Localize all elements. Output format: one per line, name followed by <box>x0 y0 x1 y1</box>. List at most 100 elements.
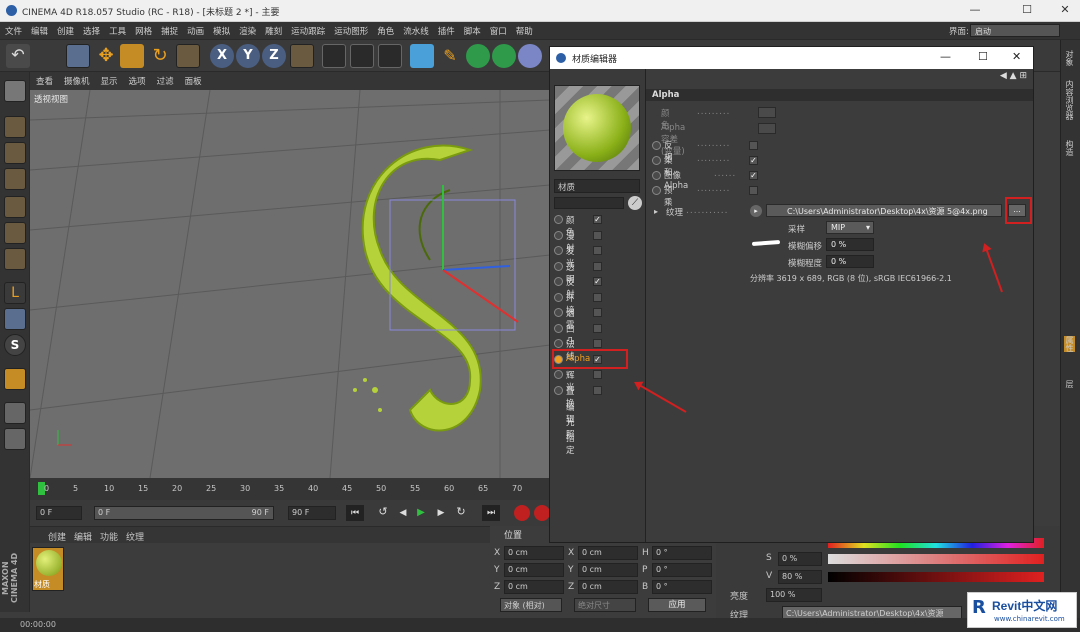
channel-radio[interactable] <box>554 246 563 255</box>
dialog-close-button[interactable]: ✕ <box>1012 50 1021 63</box>
blur-scale-field[interactable]: 0 % <box>826 255 874 268</box>
blur-offset-field[interactable]: 0 % <box>826 238 874 251</box>
z-axis-lock-icon[interactable]: Z <box>262 44 286 68</box>
menu-item[interactable]: 雕刻 <box>260 22 286 37</box>
channel-checkbox[interactable] <box>593 386 602 395</box>
layout-select[interactable]: 启动 <box>970 24 1060 37</box>
viewport-menu-item[interactable]: 过滤 <box>151 72 179 87</box>
material-thumbnail[interactable]: 材质 <box>32 547 64 591</box>
frame-range-slider[interactable]: 0 F 90 F <box>94 506 274 520</box>
size-x-field[interactable]: 0 cm <box>578 546 638 560</box>
pos-z-field[interactable]: 0 cm <box>504 580 564 594</box>
select-tool-icon[interactable] <box>66 44 90 68</box>
x-axis-lock-icon[interactable]: X <box>210 44 234 68</box>
menu-item[interactable]: 选择 <box>78 22 104 37</box>
cube-icon[interactable] <box>410 44 434 68</box>
channel-radio[interactable] <box>554 215 563 224</box>
move-icon[interactable]: ✥ <box>94 44 118 68</box>
menu-item[interactable]: 脚本 <box>459 22 485 37</box>
render-view-icon[interactable] <box>322 44 346 68</box>
menu-item[interactable]: 流水线 <box>398 22 433 37</box>
close-button[interactable]: ✕ <box>1050 3 1080 19</box>
workplane-mode-icon[interactable] <box>4 168 26 190</box>
cloner-icon[interactable] <box>492 44 516 68</box>
channel-radio[interactable] <box>554 308 563 317</box>
matmgr-menu-item[interactable]: 功能 <box>100 533 118 543</box>
nav-arrows-icon[interactable]: ◀ ▲ ⊞ <box>1000 71 1027 81</box>
channel-checkbox[interactable] <box>593 231 602 240</box>
points-mode-icon[interactable] <box>4 196 26 218</box>
next-key-icon[interactable]: ↻ <box>452 505 470 521</box>
rot-h-field[interactable]: 0 ° <box>652 546 712 560</box>
menu-item[interactable]: 角色 <box>372 22 398 37</box>
eyedropper-icon[interactable]: ⟋ <box>628 196 642 210</box>
matmgr-menu-item[interactable]: 编辑 <box>74 533 92 543</box>
menu-item[interactable]: 运动跟踪 <box>286 22 329 37</box>
channel-radio[interactable] <box>554 293 563 302</box>
viewport-menu-item[interactable]: 查看 <box>30 72 58 87</box>
channel-checkbox[interactable] <box>593 246 602 255</box>
prop-radio[interactable] <box>652 141 661 150</box>
material-name-field[interactable]: 材质 <box>554 179 640 193</box>
y-axis-lock-icon[interactable]: Y <box>236 44 260 68</box>
axis-mode-icon[interactable]: L <box>4 282 26 304</box>
dialog-maximize-button[interactable]: ☐ <box>978 50 988 63</box>
grid-icon[interactable] <box>4 428 26 450</box>
coordinate-system-icon[interactable] <box>290 44 314 68</box>
v-field[interactable]: 80 % <box>778 570 822 584</box>
matmgr-menu-item[interactable]: 创建 <box>48 533 66 543</box>
recent-tool-icon[interactable] <box>176 44 200 68</box>
channel-radio[interactable] <box>554 386 563 395</box>
texture-mode-icon[interactable] <box>4 142 26 164</box>
prop-radio[interactable] <box>652 186 661 195</box>
edges-mode-icon[interactable] <box>4 222 26 244</box>
lock-workplane-icon[interactable] <box>4 402 26 424</box>
menu-item[interactable]: 运动图形 <box>329 22 372 37</box>
s-field[interactable]: 0 % <box>778 552 822 566</box>
color-swatch[interactable] <box>758 107 776 118</box>
texture-expand-icon[interactable]: ▸ <box>654 207 658 216</box>
channel-checkbox[interactable]: ✓ <box>593 277 602 286</box>
menu-item[interactable]: 动画 <box>182 22 208 37</box>
magnet-icon[interactable] <box>4 368 26 390</box>
frame-start-field[interactable]: 0 F <box>36 506 82 520</box>
timeline[interactable]: 0 5 10 15 20 25 30 35 40 45 50 55 60 65 … <box>30 478 550 500</box>
channel-checkbox[interactable] <box>593 339 602 348</box>
render-settings-icon[interactable] <box>378 44 402 68</box>
model-mode-icon[interactable] <box>4 116 26 138</box>
tolerance-swatch[interactable] <box>758 123 776 134</box>
make-editable-icon[interactable] <box>4 80 26 102</box>
material-preview[interactable] <box>554 85 640 171</box>
menu-item[interactable]: 帮助 <box>511 22 537 37</box>
menu-item[interactable]: 窗口 <box>485 22 511 37</box>
prev-key-icon[interactable]: ↺ <box>374 505 392 521</box>
texture-thumbnail[interactable] <box>750 237 782 247</box>
viewport-menu-item[interactable]: 选项 <box>123 72 151 87</box>
prop-checkbox[interactable] <box>749 186 758 195</box>
prop-radio[interactable] <box>652 171 661 180</box>
channel-checkbox[interactable] <box>593 324 602 333</box>
channel-checkbox[interactable] <box>593 308 602 317</box>
tab-structure[interactable]: 构造 <box>1064 140 1075 156</box>
menu-item[interactable]: 插件 <box>433 22 459 37</box>
maximize-button[interactable]: ☐ <box>1012 3 1042 19</box>
apply-button[interactable]: 应用 <box>648 598 706 612</box>
coord-mode-select[interactable]: 对象 (相对) <box>500 598 562 612</box>
viewport-menu-item[interactable]: 显示 <box>95 72 123 87</box>
minimize-button[interactable]: — <box>960 3 990 19</box>
deformer-icon[interactable] <box>518 44 542 68</box>
menu-item[interactable]: 网格 <box>130 22 156 37</box>
scale-icon[interactable] <box>120 44 144 68</box>
rotate-icon[interactable]: ↻ <box>148 44 172 68</box>
channel-checkbox[interactable] <box>593 262 602 271</box>
prop-checkbox[interactable]: ✓ <box>749 171 758 180</box>
size-mode-select[interactable]: 绝对尺寸 <box>574 598 636 612</box>
next-frame-icon[interactable]: ▶ <box>434 505 448 521</box>
texture-path-field[interactable]: C:\Users\Administrator\Desktop\4x\资源 5@4… <box>766 204 1002 217</box>
viewport-menu-item[interactable]: 摄像机 <box>58 72 95 87</box>
brightness-field[interactable]: 100 % <box>766 588 822 602</box>
channel-radio[interactable] <box>554 370 563 379</box>
rot-b-field[interactable]: 0 ° <box>652 580 712 594</box>
menu-item[interactable]: 创建 <box>52 22 78 37</box>
snap-icon[interactable]: S <box>4 334 26 356</box>
